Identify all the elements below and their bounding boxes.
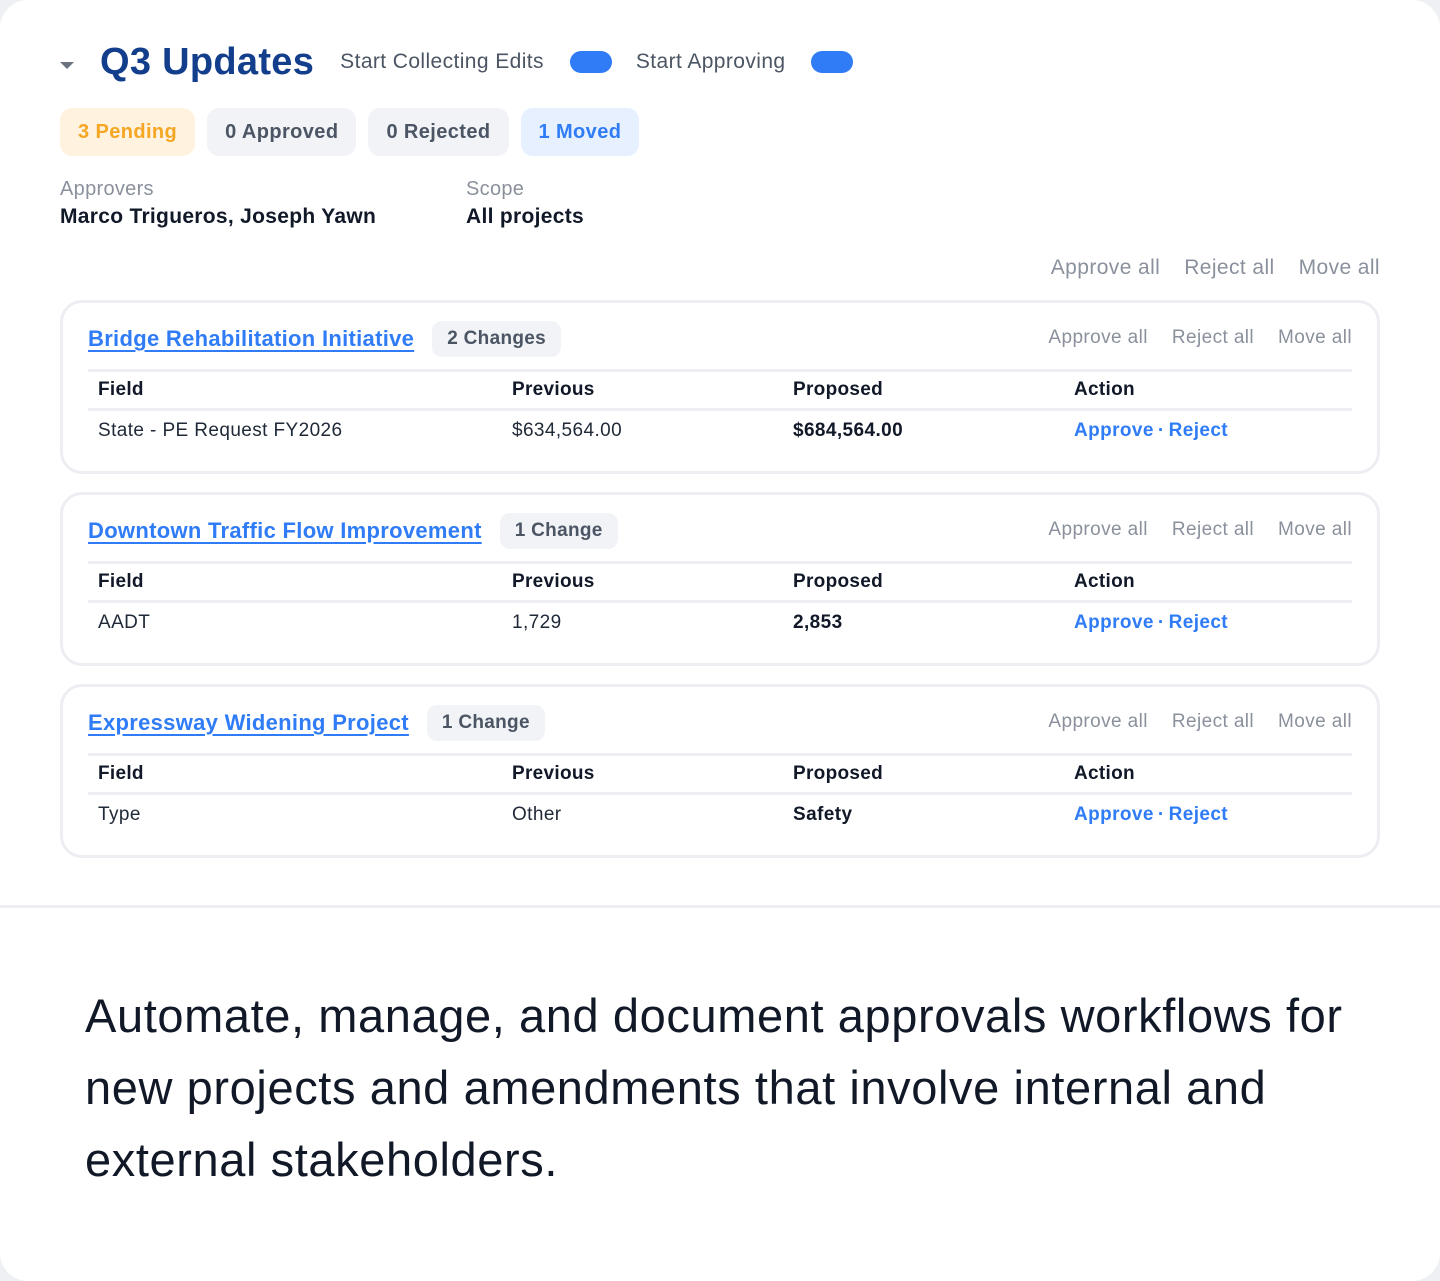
table-row: AADT 1,729 2,853 Approve · Reject xyxy=(88,603,1352,643)
page-title: Q3 Updates xyxy=(100,40,315,83)
approve-link[interactable]: Approve xyxy=(1074,420,1154,441)
field-cell: AADT xyxy=(98,612,151,633)
approve-link[interactable]: Approve xyxy=(1074,612,1154,633)
previous-header: Previous xyxy=(512,571,595,592)
approvers-value: Marco Trigueros, Joseph Yawn xyxy=(60,205,377,228)
footer-description: Automate, manage, and document approvals… xyxy=(85,989,1343,1186)
project-header: Bridge Rehabilitation Initiative 2 Chang… xyxy=(88,321,561,357)
action-separator: · xyxy=(1157,612,1165,633)
project-actions: Approve all Reject all Move all xyxy=(1048,711,1352,733)
project-reject-all-button[interactable]: Reject all xyxy=(1172,711,1254,733)
pending-badge[interactable]: 3 Pending xyxy=(60,108,196,156)
project-actions: Approve all Reject all Move all xyxy=(1048,327,1352,349)
previous-cell: $634,564.00 xyxy=(512,420,623,441)
approved-badge[interactable]: 0 Approved xyxy=(207,108,357,156)
action-header: Action xyxy=(1074,763,1135,784)
action-header: Action xyxy=(1074,571,1135,592)
project-title-link[interactable]: Bridge Rehabilitation Initiative xyxy=(88,326,414,352)
project-move-all-button[interactable]: Move all xyxy=(1278,711,1352,733)
reject-link[interactable]: Reject xyxy=(1169,420,1228,441)
proposed-header: Proposed xyxy=(793,763,884,784)
scope-label: Scope xyxy=(466,178,525,200)
field-cell: State - PE Request FY2026 xyxy=(98,420,343,441)
approve-all-button[interactable]: Approve all xyxy=(1051,256,1160,280)
approvers-label: Approvers xyxy=(60,178,154,200)
project-reject-all-button[interactable]: Reject all xyxy=(1172,519,1254,541)
collect-edits-label: Start Collecting Edits xyxy=(340,50,544,73)
approving-label: Start Approving xyxy=(635,50,786,73)
action-cell: Approve · Reject xyxy=(1074,420,1352,442)
table-row: State - PE Request FY2026 $634,564.00 $6… xyxy=(88,411,1352,451)
proposed-header: Proposed xyxy=(793,571,884,592)
previous-cell: 1,729 xyxy=(512,612,562,633)
project-card: Downtown Traffic Flow Improvement 1 Chan… xyxy=(60,492,1380,666)
project-header: Expressway Widening Project 1 Change xyxy=(88,705,545,741)
approvers-block: Approvers Marco Trigueros, Joseph Yawn xyxy=(60,178,376,229)
project-reject-all-button[interactable]: Reject all xyxy=(1172,327,1254,349)
project-approve-all-button[interactable]: Approve all xyxy=(1048,711,1147,733)
proposed-header: Proposed xyxy=(793,379,884,400)
action-separator: · xyxy=(1157,804,1165,825)
table-header-row: Field Previous Proposed Action xyxy=(88,369,1352,411)
proposed-cell: Safety xyxy=(793,804,853,825)
project-title-link[interactable]: Downtown Traffic Flow Improvement xyxy=(88,518,482,544)
field-cell: Type xyxy=(98,804,141,825)
proposed-cell: 2,853 xyxy=(793,612,843,633)
changes-table: Field Previous Proposed Action Type Othe… xyxy=(88,753,1352,835)
approve-link[interactable]: Approve xyxy=(1074,804,1154,825)
project-card: Expressway Widening Project 1 Change App… xyxy=(60,684,1380,858)
global-actions: Approve all Reject all Move all xyxy=(1051,256,1380,280)
section-divider xyxy=(0,905,1440,908)
project-title-link[interactable]: Expressway Widening Project xyxy=(88,710,409,736)
action-separator: · xyxy=(1157,420,1165,441)
reject-link[interactable]: Reject xyxy=(1169,804,1228,825)
field-header: Field xyxy=(98,571,144,592)
header: Q3 Updates Start Collecting Edits Start … xyxy=(60,38,877,86)
project-approve-all-button[interactable]: Approve all xyxy=(1048,327,1147,349)
table-header-row: Field Previous Proposed Action xyxy=(88,561,1352,603)
approval-card: Q3 Updates Start Collecting Edits Start … xyxy=(0,0,1440,1281)
changes-table: Field Previous Proposed Action State - P… xyxy=(88,369,1352,451)
project-header: Downtown Traffic Flow Improvement 1 Chan… xyxy=(88,513,618,549)
table-row: Type Other Safety Approve · Reject xyxy=(88,795,1352,835)
collect-edits-toggle[interactable] xyxy=(569,51,612,73)
status-summary: 3 Pending 0 Approved 0 Rejected 1 Moved xyxy=(60,108,640,156)
collapse-caret-icon[interactable] xyxy=(60,61,74,69)
field-header: Field xyxy=(98,379,144,400)
scope-block: Scope All projects xyxy=(466,178,584,229)
rejected-badge[interactable]: 0 Rejected xyxy=(368,108,509,156)
project-move-all-button[interactable]: Move all xyxy=(1278,327,1352,349)
approving-toggle[interactable] xyxy=(811,51,854,73)
scope-value: All projects xyxy=(466,205,584,228)
reject-all-button[interactable]: Reject all xyxy=(1184,256,1274,280)
project-actions: Approve all Reject all Move all xyxy=(1048,519,1352,541)
proposed-cell: $684,564.00 xyxy=(793,420,904,441)
previous-header: Previous xyxy=(512,763,595,784)
field-header: Field xyxy=(98,763,144,784)
changes-table: Field Previous Proposed Action AADT 1,72… xyxy=(88,561,1352,643)
project-card: Bridge Rehabilitation Initiative 2 Chang… xyxy=(60,300,1380,474)
table-header-row: Field Previous Proposed Action xyxy=(88,753,1352,795)
changes-count-badge: 1 Change xyxy=(426,705,545,741)
action-header: Action xyxy=(1074,379,1135,400)
changes-count-badge: 1 Change xyxy=(499,513,618,549)
project-approve-all-button[interactable]: Approve all xyxy=(1048,519,1147,541)
moved-badge[interactable]: 1 Moved xyxy=(520,108,640,156)
action-cell: Approve · Reject xyxy=(1074,612,1352,634)
move-all-button[interactable]: Move all xyxy=(1299,256,1380,280)
previous-cell: Other xyxy=(512,804,562,825)
project-move-all-button[interactable]: Move all xyxy=(1278,519,1352,541)
reject-link[interactable]: Reject xyxy=(1169,612,1228,633)
changes-count-badge: 2 Changes xyxy=(432,321,561,357)
action-cell: Approve · Reject xyxy=(1074,804,1352,826)
previous-header: Previous xyxy=(512,379,595,400)
